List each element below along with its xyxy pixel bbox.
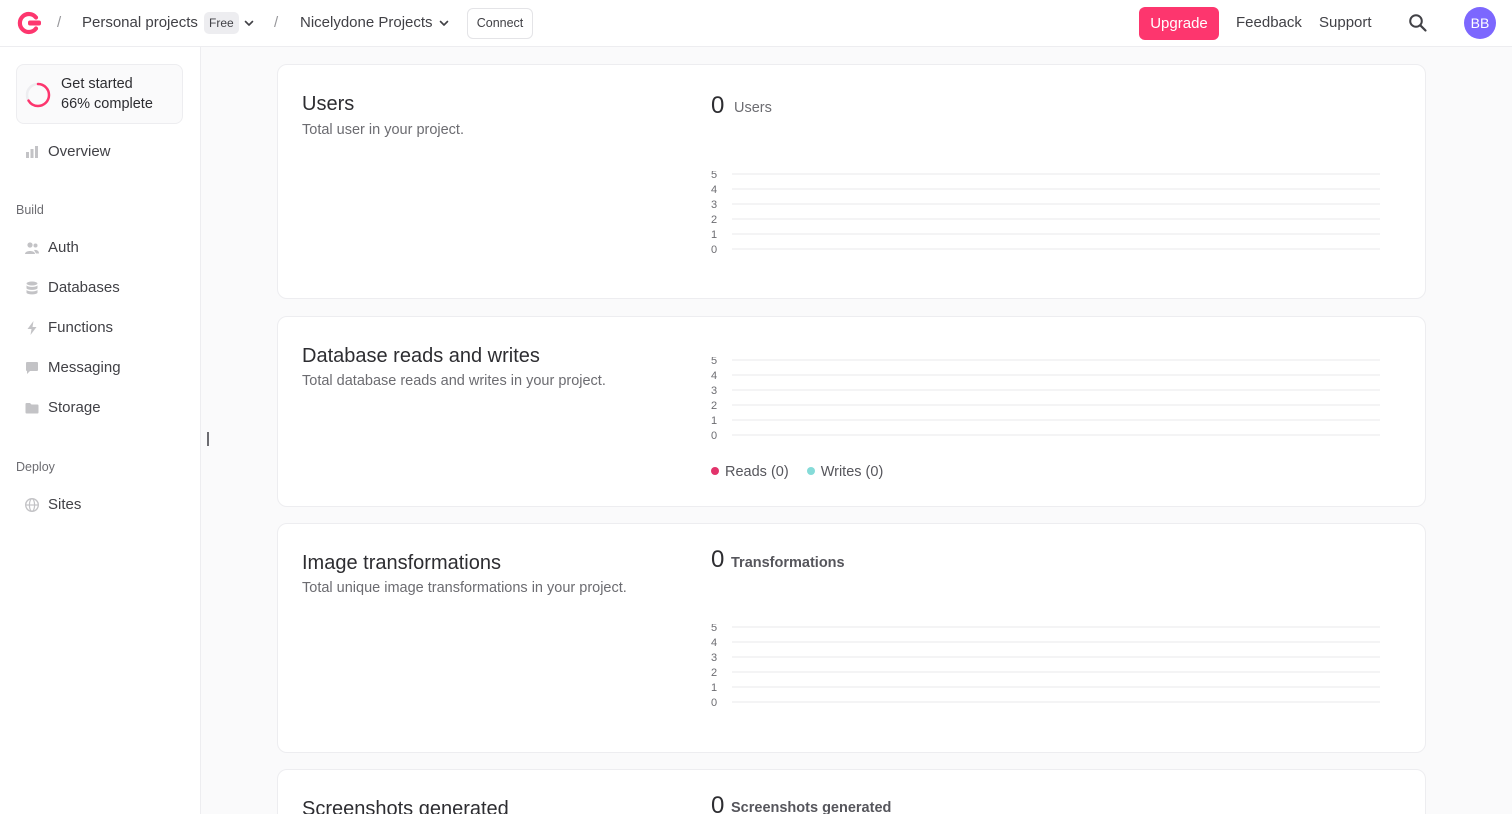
- section-heading-deploy: Deploy: [16, 460, 55, 474]
- screenshots-count: 0: [711, 792, 725, 814]
- card-title: Screenshots generated: [302, 798, 509, 814]
- legend-label: Writes (0): [820, 464, 884, 480]
- card-title: Users: [302, 93, 355, 115]
- sidebar-item-label: Databases: [48, 279, 120, 296]
- get-started-card[interactable]: Get started 66% complete: [16, 64, 183, 124]
- sidebar: Get started 66% complete Overview Build …: [0, 47, 201, 814]
- sidebar-item-label: Messaging: [48, 359, 121, 376]
- sidebar-item-databases[interactable]: Databases: [16, 272, 186, 304]
- y-tick-label: 2: [711, 400, 717, 412]
- users-chart: 5 4 3 2 1 0: [711, 171, 1380, 256]
- database-card: Database reads and writes Total database…: [277, 316, 1426, 507]
- users-card: Users Total user in your project. 0 User…: [277, 64, 1426, 299]
- connect-button[interactable]: Connect: [467, 8, 533, 39]
- sidebar-resize-handle[interactable]: [207, 432, 209, 446]
- database-chart: 5 4 3 2 1 0: [711, 357, 1380, 442]
- sidebar-item-storage[interactable]: Storage: [16, 392, 186, 424]
- search-icon[interactable]: [1408, 13, 1428, 33]
- y-tick-label: 3: [711, 652, 717, 664]
- transformations-count-label: Transformations: [731, 555, 845, 571]
- transformations-chart: 5 4 3 2 1 0: [711, 624, 1380, 709]
- breadcrumb-organization[interactable]: Personal projects: [82, 14, 198, 31]
- sidebar-item-label: Storage: [48, 399, 101, 416]
- transformations-count: 0: [711, 546, 725, 573]
- card-description: Total unique image transformations in yo…: [302, 580, 627, 596]
- card-description: Total database reads and writes in your …: [302, 373, 606, 389]
- chat-icon: [26, 362, 38, 374]
- get-started-title: Get started: [61, 76, 133, 92]
- breadcrumb-project[interactable]: Nicelydone Projects: [300, 14, 433, 31]
- image-transformations-card: Image transformations Total unique image…: [277, 523, 1426, 753]
- y-tick-label: 2: [711, 214, 717, 226]
- bar-chart-icon: [26, 146, 38, 158]
- legend-item-reads[interactable]: Reads (0): [711, 464, 789, 480]
- card-title: Database reads and writes: [302, 345, 540, 367]
- sidebar-item-sites[interactable]: Sites: [16, 489, 186, 521]
- globe-icon: [24, 497, 40, 513]
- sidebar-item-label: Auth: [48, 239, 79, 256]
- sidebar-item-label: Functions: [48, 319, 114, 336]
- chart-legend: Reads (0) Writes (0): [711, 464, 897, 480]
- y-tick-label: 0: [711, 430, 717, 442]
- y-tick-label: 3: [711, 199, 717, 211]
- users-count: 0: [711, 92, 725, 119]
- folder-icon: [25, 403, 39, 414]
- y-tick-label: 5: [711, 624, 717, 634]
- legend-item-writes[interactable]: Writes (0): [806, 464, 884, 480]
- y-tick-label: 4: [711, 184, 717, 196]
- y-tick-label: 4: [711, 637, 717, 649]
- get-started-progress-text: 66% complete: [61, 96, 153, 112]
- sidebar-item-label: Overview: [48, 143, 111, 160]
- upgrade-button[interactable]: Upgrade: [1139, 7, 1219, 40]
- sidebar-item-messaging[interactable]: Messaging: [16, 352, 186, 384]
- database-icon: [26, 281, 38, 295]
- breadcrumb-separator: /: [57, 14, 62, 31]
- progress-ring-icon: [25, 82, 51, 108]
- y-tick-label: 0: [711, 697, 717, 709]
- chevron-down-icon[interactable]: [438, 17, 450, 29]
- y-tick-label: 2: [711, 667, 717, 679]
- screenshots-card: Screenshots generated 0 Screenshots gene…: [277, 769, 1426, 814]
- y-tick-label: 3: [711, 385, 717, 397]
- y-tick-label: 1: [711, 229, 717, 241]
- card-description: Total user in your project.: [302, 122, 464, 138]
- y-tick-label: 5: [711, 357, 717, 367]
- avatar[interactable]: BB: [1464, 7, 1496, 39]
- appwrite-logo-icon[interactable]: [16, 11, 42, 35]
- plan-badge: Free: [204, 12, 239, 34]
- users-count-label: Users: [734, 100, 772, 116]
- y-tick-label: 1: [711, 415, 717, 427]
- sidebar-item-auth[interactable]: Auth: [16, 232, 186, 264]
- reads-dot-icon: [711, 467, 719, 476]
- sidebar-item-overview[interactable]: Overview: [16, 136, 186, 168]
- top-bar: / Personal projects Free / Nicelydone Pr…: [0, 0, 1512, 47]
- chevron-down-icon[interactable]: [243, 17, 255, 29]
- breadcrumb-separator: /: [274, 14, 279, 31]
- sidebar-item-label: Sites: [48, 496, 82, 513]
- card-title: Image transformations: [302, 552, 501, 574]
- y-tick-label: 0: [711, 244, 717, 256]
- support-link[interactable]: Support: [1319, 14, 1372, 31]
- legend-label: Reads (0): [725, 464, 789, 480]
- lightning-icon: [27, 321, 37, 335]
- users-icon: [25, 242, 39, 254]
- section-heading-build: Build: [16, 203, 44, 217]
- writes-dot-icon: [806, 467, 815, 476]
- sidebar-item-functions[interactable]: Functions: [16, 312, 186, 344]
- feedback-link[interactable]: Feedback: [1236, 14, 1302, 31]
- y-tick-label: 1: [711, 682, 717, 694]
- y-tick-label: 5: [711, 171, 717, 181]
- screenshots-count-label: Screenshots generated: [731, 800, 892, 814]
- y-tick-label: 4: [711, 370, 717, 382]
